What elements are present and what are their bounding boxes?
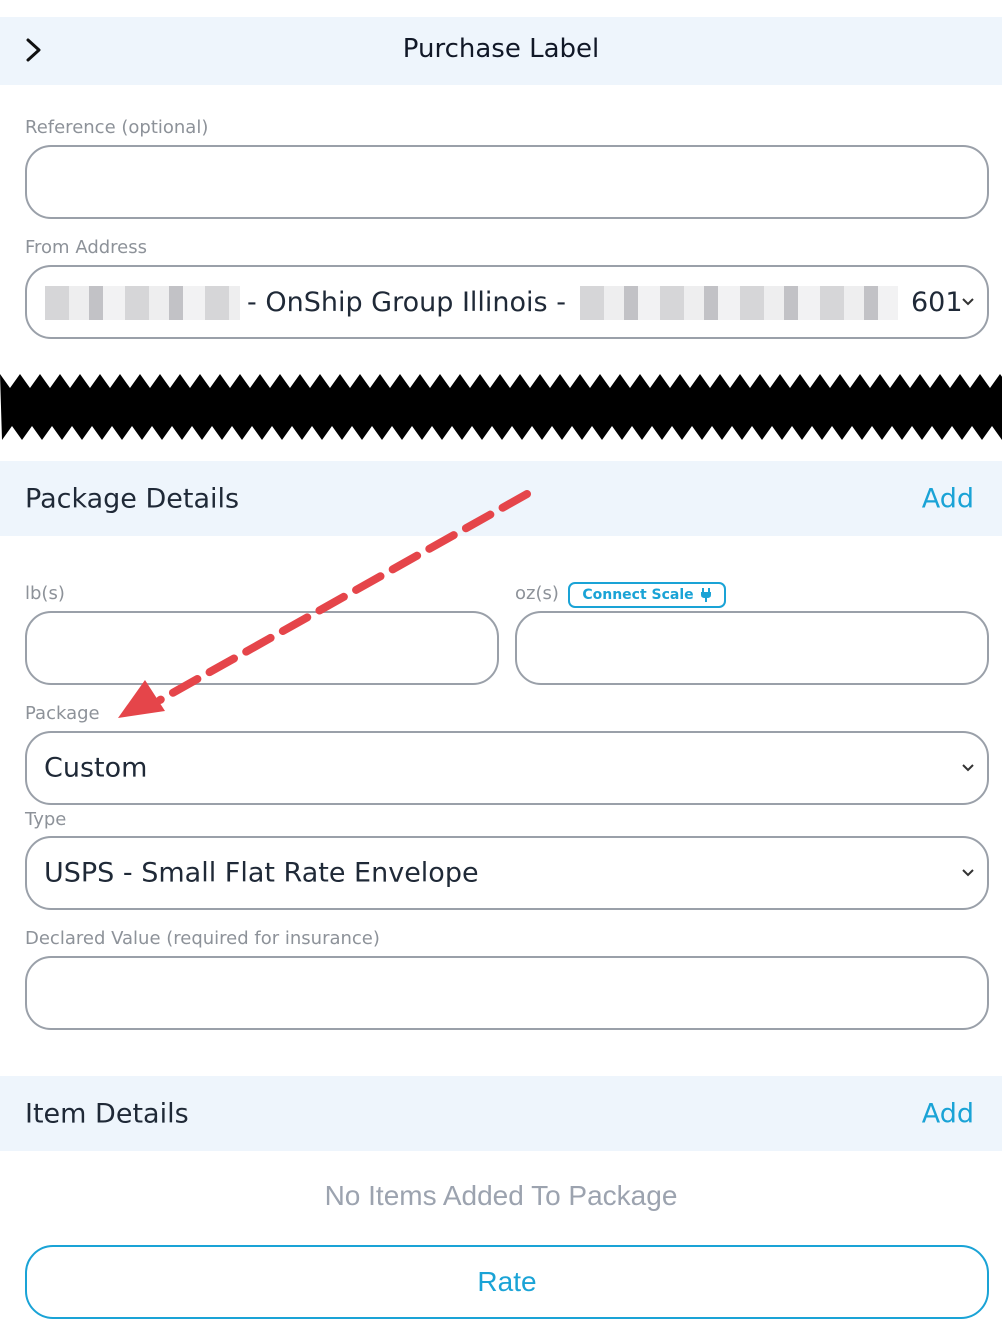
declared-value-input[interactable] <box>25 956 989 1030</box>
package-details-header: Package Details Add <box>0 461 1002 536</box>
from-address-name: - OnShip Group Illinois - <box>247 287 566 318</box>
connect-scale-label: Connect Scale <box>582 587 694 603</box>
from-address-label: From Address <box>25 237 148 258</box>
reference-input[interactable] <box>25 145 989 219</box>
declared-value-label: Declared Value (required for insurance) <box>25 928 380 949</box>
lbs-label: lb(s) <box>25 583 65 604</box>
torn-divider <box>0 374 1002 440</box>
redacted-block <box>580 286 898 320</box>
chevron-down-icon <box>962 764 974 772</box>
type-label: Type <box>25 809 67 830</box>
reference-label: Reference (optional) <box>25 117 209 138</box>
package-add-button[interactable]: Add <box>922 483 974 514</box>
type-select[interactable]: USPS - Small Flat Rate Envelope <box>25 836 989 910</box>
package-select-value: Custom <box>44 752 148 784</box>
oz-label: oz(s) <box>515 583 559 604</box>
page-title: Purchase Label <box>402 34 600 64</box>
lbs-input[interactable] <box>25 611 499 685</box>
empty-items-message: No Items Added To Package <box>324 1180 678 1211</box>
type-select-value: USPS - Small Flat Rate Envelope <box>44 857 479 889</box>
chevron-down-icon <box>962 869 974 877</box>
package-details-title: Package Details <box>25 483 240 514</box>
plug-icon <box>700 588 711 602</box>
header-bar: Purchase Label <box>0 17 1002 85</box>
oz-input[interactable] <box>515 611 989 685</box>
item-add-button[interactable]: Add <box>922 1098 974 1129</box>
redacted-block <box>45 286 240 320</box>
package-label: Package <box>25 703 100 724</box>
item-details-title: Item Details <box>25 1098 189 1129</box>
chevron-down-icon <box>962 298 974 306</box>
connect-scale-button[interactable]: Connect Scale <box>568 582 726 608</box>
from-address-tail: 601 <box>911 287 963 318</box>
package-select[interactable]: Custom <box>25 731 989 805</box>
rate-button[interactable]: Rate <box>25 1245 989 1319</box>
item-details-header: Item Details Add <box>0 1076 1002 1151</box>
from-address-select[interactable]: - OnShip Group Illinois - 601 <box>25 265 989 339</box>
